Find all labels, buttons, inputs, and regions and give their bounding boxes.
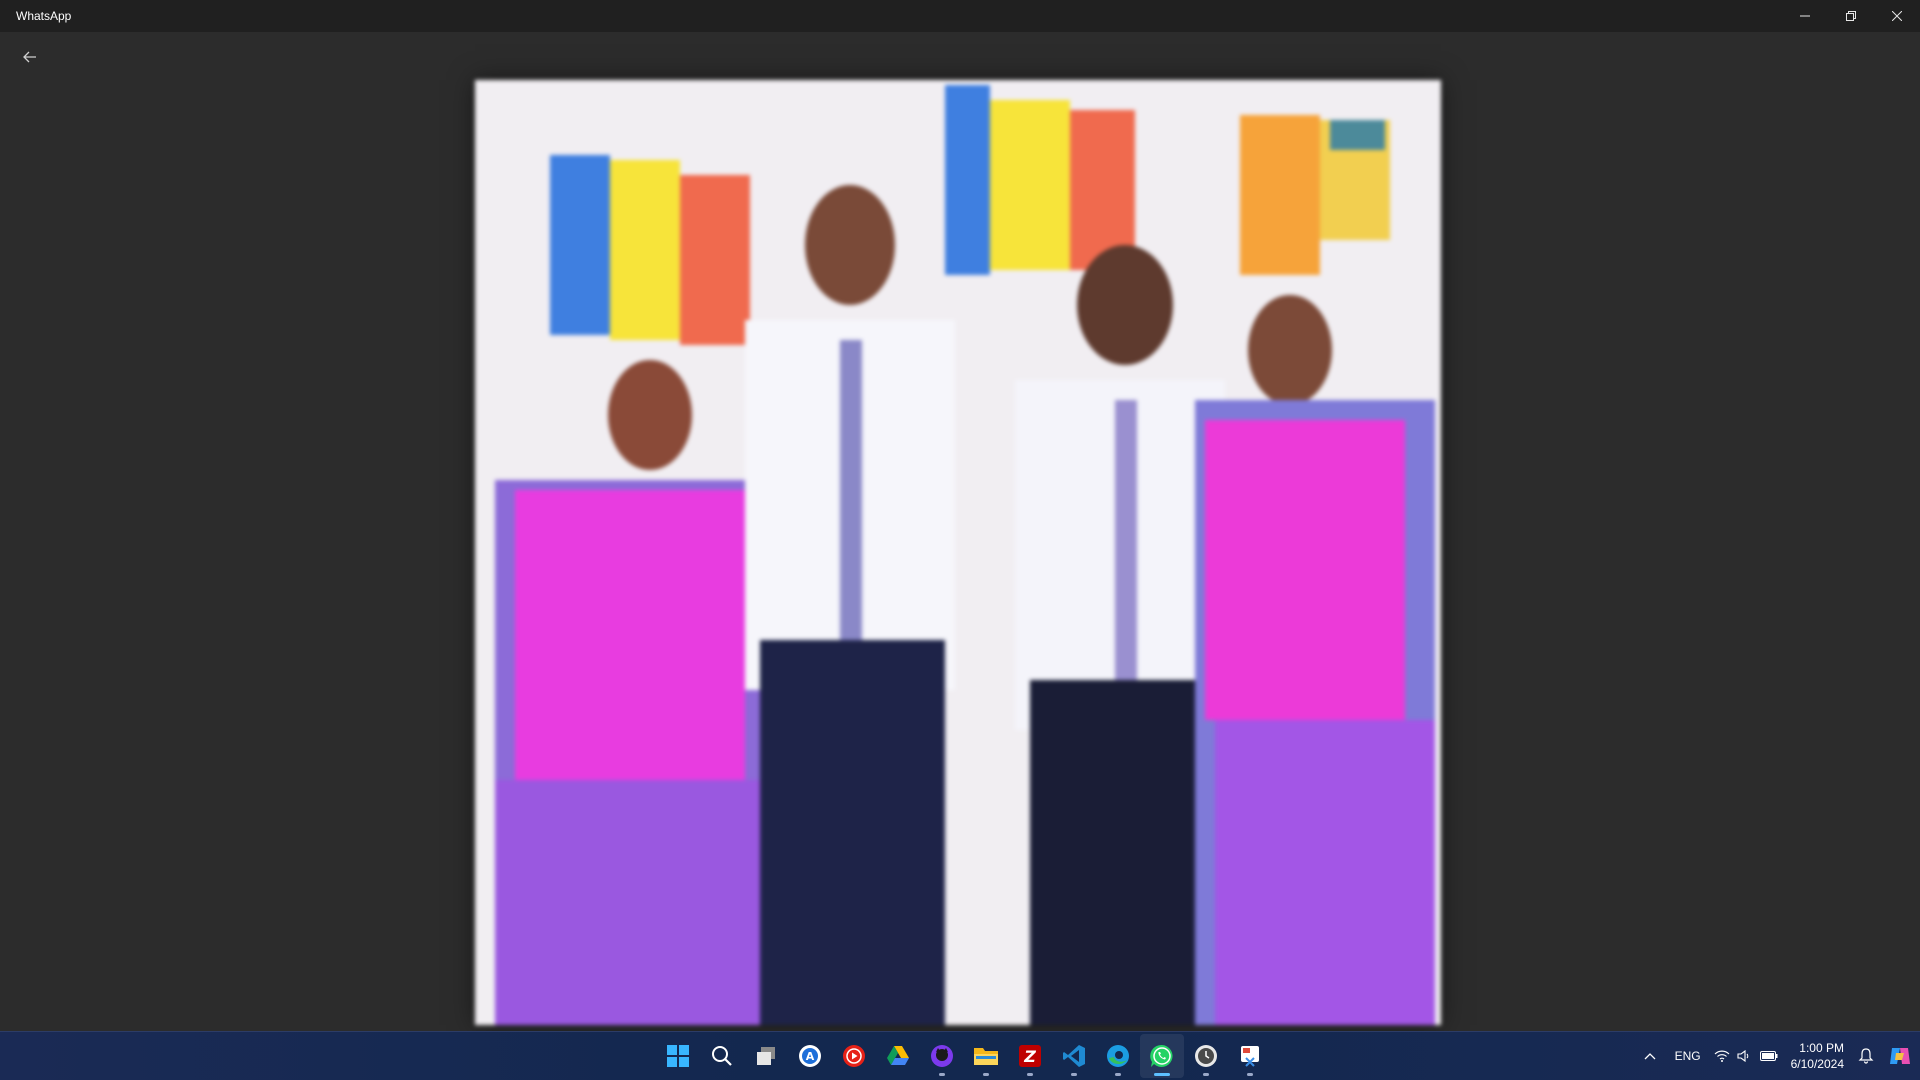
whatsapp-icon [1150,1044,1173,1067]
photo [475,80,1441,1025]
close-icon [1892,11,1902,21]
taskbar-file-explorer[interactable] [964,1034,1008,1078]
taskbar-search-button[interactable] [700,1034,744,1078]
minimize-icon [1800,15,1810,17]
svg-text:Z: Z [1023,1047,1036,1066]
github-icon [931,1045,953,1067]
taskbar-filezilla[interactable]: Z [1008,1034,1052,1078]
filezilla-icon: Z [1019,1045,1041,1067]
show-hidden-icons-button[interactable] [1635,1036,1665,1076]
blue-a-app-icon: A [799,1045,821,1067]
network-button[interactable] [1711,1036,1733,1076]
title-bar: WhatsApp [0,0,1920,32]
running-indicator [1027,1073,1033,1076]
window-title: WhatsApp [16,9,72,23]
edge-icon [1107,1045,1129,1067]
restore-button[interactable] [1828,0,1874,32]
taskbar-whatsapp[interactable] [1140,1034,1184,1078]
close-button[interactable] [1874,0,1920,32]
battery-icon [1759,1051,1778,1061]
speaker-icon [1737,1050,1748,1062]
blurred-group-photo [475,80,1441,1025]
taskbar-vscode[interactable] [1052,1034,1096,1078]
clock-app-icon [1195,1045,1217,1067]
taskbar-google-drive[interactable] [876,1034,920,1078]
copilot-icon [1890,1048,1910,1064]
media-viewer [0,32,1920,1032]
clock-time: 1:00 PM [1799,1041,1844,1055]
battery-button[interactable] [1755,1036,1783,1076]
taskbar-apps: A Z [656,1032,1272,1080]
google-drive-icon [887,1046,909,1065]
running-indicator [1203,1073,1209,1076]
system-tray: ENG 1:00 PM 6/10/2024 [1635,1032,1920,1080]
minimize-button[interactable] [1782,0,1828,32]
taskbar-clock-app[interactable] [1184,1034,1228,1078]
taskbar-github[interactable] [920,1034,964,1078]
window-controls [1782,0,1920,32]
language-indicator[interactable]: ENG [1665,1036,1711,1076]
taskbar-edge[interactable] [1096,1034,1140,1078]
taskbar-snipping-tool[interactable] [1228,1034,1272,1078]
taskbar-app-a[interactable]: A [788,1034,832,1078]
running-indicator [1115,1073,1121,1076]
chevron-up-icon [1644,1053,1656,1060]
taskbar: A Z ENG 1:00 PM 6/10/2024 [0,1031,1920,1080]
volume-button[interactable] [1733,1036,1755,1076]
back-button[interactable] [14,45,46,69]
running-indicator [1071,1073,1077,1076]
svg-text:A: A [806,1050,815,1063]
running-indicator [1247,1073,1253,1076]
restore-icon [1846,11,1856,21]
taskbar-youtube[interactable] [832,1034,876,1078]
windows-start-icon [667,1045,689,1067]
search-icon [712,1046,732,1066]
snipping-tool-icon [1241,1046,1259,1067]
back-arrow-icon [23,51,36,63]
language-label: ENG [1674,1049,1701,1063]
vscode-icon [1063,1045,1085,1067]
wifi-icon [1714,1050,1730,1062]
copilot-button[interactable] [1880,1036,1920,1076]
start-button[interactable] [656,1034,700,1078]
task-view-icon [757,1047,775,1065]
file-explorer-icon [974,1048,998,1065]
notification-bell-icon [1858,1048,1874,1064]
clock-button[interactable]: 1:00 PM 6/10/2024 [1783,1036,1852,1076]
youtube-icon [843,1045,865,1067]
task-view-button[interactable] [744,1034,788,1078]
running-indicator [939,1073,945,1076]
clock-date: 6/10/2024 [1790,1057,1844,1071]
running-indicator [983,1073,989,1076]
active-indicator [1154,1073,1170,1076]
notifications-button[interactable] [1852,1036,1880,1076]
